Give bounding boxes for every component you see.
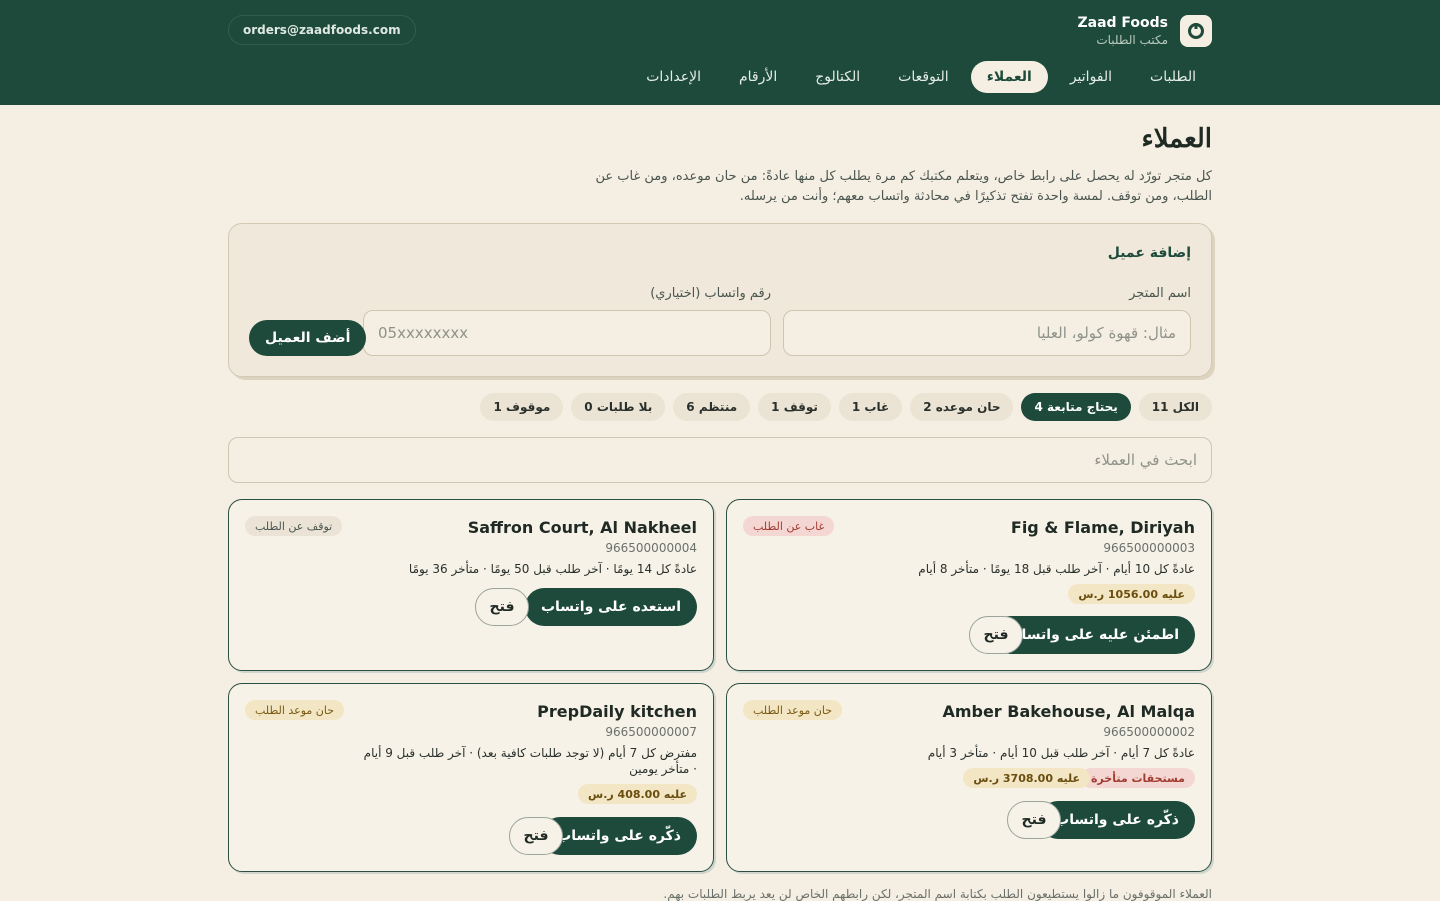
- balance-badge: عليه 3708.00 ر.س: [963, 768, 1090, 788]
- filter-no-orders[interactable]: بلا طلبات 0: [571, 393, 666, 421]
- account-email[interactable]: orders@zaadfoods.com: [228, 15, 416, 45]
- customer-search-input[interactable]: [228, 437, 1212, 483]
- open-customer-button[interactable]: فتح: [1007, 801, 1061, 839]
- customer-phone: 966500000007: [605, 725, 697, 739]
- customer-name: Fig & Flame, Diriyah: [1010, 518, 1195, 537]
- add-customer-title: إضافة عميل: [1107, 245, 1191, 261]
- nav-numbers[interactable]: الأرقام: [723, 61, 793, 93]
- customer-card: Saffron Court, Al Nakheel 966500000004 ع…: [228, 499, 714, 671]
- customer-name: Amber Bakehouse, Al Malqa: [942, 702, 1195, 721]
- page-description: كل متجر تورّد له يحصل على رابط خاص، ويتع…: [595, 169, 1212, 204]
- nav-catalog[interactable]: الكتالوج: [799, 61, 876, 93]
- add-customer-panel: إضافة عميل اسم المتجر رقم واتساب (اختيار…: [228, 223, 1212, 377]
- nav-orders[interactable]: الطلبات: [1134, 61, 1212, 93]
- nav-invoices[interactable]: الفواتير: [1054, 61, 1128, 93]
- whatsapp-number-input[interactable]: [363, 310, 771, 356]
- whatsapp-reminder-button[interactable]: ذكّره على واتساب: [541, 817, 697, 855]
- customer-order-pattern: عادةً كل 14 يومًا · آخر طلب قبل 50 يومًا…: [408, 562, 697, 576]
- open-customer-button[interactable]: فتح: [509, 817, 563, 855]
- status-filters: الكل 11 يحتاج متابعة 4 حان موعده 2 غاب 1…: [480, 393, 1212, 421]
- open-customer-button[interactable]: فتح: [969, 616, 1023, 654]
- status-badge: حان موعد الطلب: [743, 700, 843, 720]
- customer-phone: 966500000004: [605, 541, 697, 555]
- balance-badge: عليه 1056.00 ر.س: [1068, 584, 1195, 604]
- customer-name: PrepDaily kitchen: [537, 702, 697, 721]
- filter-regular[interactable]: منتظم 6: [673, 393, 751, 421]
- spinner-logo-icon: [1180, 15, 1212, 47]
- filter-missed[interactable]: غاب 1: [838, 393, 903, 421]
- filter-needs-followup[interactable]: يحتاج متابعة 4: [1021, 393, 1131, 421]
- status-badge: حان موعد الطلب: [245, 700, 345, 720]
- customer-order-pattern: عادةً كل 10 أيام · آخر طلب قبل 18 يومًا …: [918, 562, 1195, 576]
- status-badge: توقف عن الطلب: [245, 516, 343, 536]
- status-badge: غاب عن الطلب: [743, 516, 835, 536]
- paused-customers-note: العملاء الموقوفون ما زالوا يستطيعون الطل…: [663, 887, 1212, 901]
- open-customer-button[interactable]: فتح: [475, 588, 529, 626]
- balance-badge: عليه 408.00 ر.س: [578, 784, 697, 804]
- customer-phone: 966500000003: [1103, 541, 1195, 555]
- add-customer-button[interactable]: أضف العميل: [249, 320, 367, 356]
- filter-stopped[interactable]: توقف 1: [758, 393, 831, 421]
- nav-customers[interactable]: العملاء: [970, 61, 1048, 93]
- overdue-badge: مستحقات متأخرة: [1080, 768, 1195, 788]
- filter-paused[interactable]: موقوف 1: [480, 393, 564, 421]
- customer-phone: 966500000002: [1103, 725, 1195, 739]
- customer-order-pattern: عادةً كل 7 أيام · آخر طلب قبل 10 أيام · …: [927, 746, 1195, 760]
- whatsapp-reminder-button[interactable]: ذكّره على واتساب: [1039, 801, 1195, 839]
- customer-card: Fig & Flame, Diriyah 966500000003 عادةً …: [726, 499, 1212, 671]
- customer-name: Saffron Court, Al Nakheel: [467, 518, 697, 537]
- top-header: Zaad Foods مكتب الطلبات orders@zaadfoods…: [0, 0, 1440, 105]
- nav-forecasts[interactable]: التوقعات: [882, 61, 965, 93]
- store-name-input[interactable]: [783, 310, 1191, 356]
- filter-due[interactable]: حان موعده 2: [910, 393, 1014, 421]
- whatsapp-number-label: رقم واتساب (اختياري): [650, 286, 771, 301]
- brand-subtitle: مكتب الطلبات: [1096, 33, 1168, 47]
- brand-name: Zaad Foods: [1077, 15, 1168, 31]
- whatsapp-winback-button[interactable]: استعده على واتساب: [524, 588, 697, 626]
- page-title: العملاء: [1141, 124, 1212, 154]
- nav-settings[interactable]: الإعدادات: [630, 61, 717, 93]
- filter-all[interactable]: الكل 11: [1138, 393, 1212, 421]
- store-name-label: اسم المتجر: [1129, 286, 1191, 301]
- customer-card: PrepDaily kitchen 966500000007 مفترض كل …: [228, 683, 714, 872]
- brand[interactable]: Zaad Foods مكتب الطلبات: [1077, 14, 1212, 48]
- customer-order-pattern: مفترض كل 7 أيام (لا توجد طلبات كافية بعد…: [363, 746, 697, 776]
- main-nav: الطلبات الفواتير العملاء التوقعات الكتال…: [628, 61, 1212, 93]
- customer-card: Amber Bakehouse, Al Malqa 966500000002 ع…: [726, 683, 1212, 872]
